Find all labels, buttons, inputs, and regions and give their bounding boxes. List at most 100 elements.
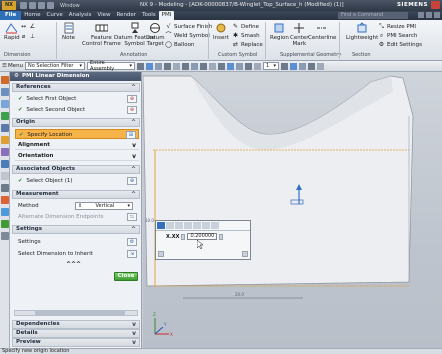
specify-location-row[interactable]: ✔ Specify Location ⊞ [15, 129, 139, 139]
method-dropdown[interactable]: ⇕ Vertical ▾ [75, 202, 133, 210]
origin-tool-icon[interactable]: ⊞ [126, 131, 136, 139]
snap-mid-icon[interactable] [155, 62, 163, 70]
surface-finish-button[interactable]: √ Surface Finish [165, 23, 213, 30]
region-button[interactable]: Region [270, 22, 289, 41]
minimize-icon[interactable] [426, 12, 432, 18]
insert-button[interactable]: Insert [213, 22, 229, 41]
teamcenter-icon[interactable] [1, 220, 9, 228]
main-menu-button[interactable]: ☰ Menu [2, 63, 23, 69]
gear-icon[interactable]: ⚙ [14, 72, 19, 81]
show-hide-icon[interactable] [299, 62, 307, 70]
file-tab[interactable]: File [0, 11, 22, 20]
snap-point-icon[interactable] [137, 62, 145, 70]
work-layer-dropdown[interactable]: 1 ▾ [263, 62, 280, 70]
part-navigator-icon[interactable] [1, 76, 9, 84]
restore-icon[interactable] [434, 12, 440, 18]
preview-panel[interactable]: Preview v [12, 338, 140, 347]
symbol-icon[interactable] [202, 222, 210, 229]
more-options-toggle[interactable]: ^^^ [66, 261, 81, 268]
orientation-subsection[interactable]: Orientation v [15, 152, 139, 161]
edit-settings-button[interactable]: ⚙ Edit Settings [378, 41, 422, 48]
snap-intersection-icon[interactable] [200, 62, 208, 70]
inherit-icon[interactable]: ⇲ [127, 250, 137, 258]
weld-symbol-button[interactable]: ⌒ Weld Symbol [165, 32, 209, 39]
cut-icon[interactable] [47, 2, 54, 9]
select-object-row[interactable]: ✔ Select Object (1) ⊕ [15, 176, 139, 186]
analysis-icon[interactable] [308, 62, 316, 70]
snap-quadrant-icon[interactable] [173, 62, 181, 70]
dialog-horizontal-scrollbar[interactable] [14, 310, 138, 316]
render-style-icon[interactable] [236, 62, 244, 70]
dimension-value-input[interactable]: 0.200000 [187, 233, 218, 240]
dialog-title-bar[interactable]: ⚙ PMI Linear Dimension [10, 72, 141, 81]
zoom-icon[interactable] [254, 62, 262, 70]
alternate-endpoints-icon[interactable]: ⇆ [127, 213, 137, 221]
replace-button[interactable]: ⇄ Replace [232, 41, 263, 48]
note-button[interactable]: Note [62, 22, 75, 41]
section-associated-objects[interactable]: Associated Objects ^ [12, 165, 140, 174]
scroll-thumb[interactable] [35, 311, 125, 315]
center-mark-button[interactable]: Center Mark [290, 22, 309, 47]
group-annotation[interactable]: Annotation [120, 52, 147, 58]
manufacturing-wizards-icon[interactable] [1, 184, 9, 192]
details-panel[interactable]: Details v [12, 329, 140, 338]
precision-icon[interactable] [175, 222, 183, 229]
smash-button[interactable]: ✱ Smash [232, 32, 260, 39]
assembly-navigator-icon[interactable] [1, 88, 9, 96]
linear-dim-icon[interactable]: ↔ [20, 23, 27, 30]
pmi-search-button[interactable]: ⌕ PMI Search [378, 32, 418, 39]
tab-tools[interactable]: Tools [139, 11, 159, 20]
snap-end-icon[interactable] [146, 62, 154, 70]
tab-view[interactable]: View [94, 11, 113, 20]
undo-icon[interactable] [29, 2, 36, 9]
tab-pmi[interactable]: PMI [158, 11, 175, 20]
save-icon[interactable] [20, 2, 27, 9]
close-button[interactable]: Close [114, 272, 138, 281]
radial-dim-icon[interactable]: ⌀ [20, 33, 27, 40]
alternate-endpoints-row[interactable]: Alternate Dimension Endpoints ⇆ [15, 212, 139, 222]
reuse-library-icon[interactable] [1, 112, 9, 120]
text-edit-icon[interactable] [184, 222, 192, 229]
section-measurement[interactable]: Measurement ^ [12, 190, 140, 199]
tab-analysis[interactable]: Analysis [66, 11, 95, 20]
close-window-button[interactable] [431, 1, 440, 9]
define-button[interactable]: ✎ Define [232, 23, 259, 30]
help-icon[interactable] [418, 12, 424, 18]
section-references[interactable]: References ^ [12, 83, 140, 92]
model-view[interactable]: 20.0 10.0 Z X Y [143, 72, 442, 348]
select-dimension-inherit-row[interactable]: Select Dimension to Inherit ⇲ [15, 249, 139, 259]
snap-pole-icon[interactable] [209, 62, 217, 70]
lightweight-button[interactable]: Lightweight [346, 22, 378, 41]
more-options-icon[interactable] [211, 222, 219, 229]
datum-target-button[interactable]: Datum Target [146, 22, 165, 47]
snap-tangent-icon[interactable] [218, 62, 226, 70]
graphics-window[interactable]: 20.0 10.0 Z X Y X.XX 0.200000 [143, 72, 442, 348]
dependencies-panel[interactable]: Dependencies v [12, 320, 140, 329]
snap-on-curve-icon[interactable] [191, 62, 199, 70]
orient-view-icon[interactable] [227, 62, 235, 70]
rapid-button[interactable]: Rapid [4, 22, 20, 41]
more-tools-icon[interactable] [317, 62, 325, 70]
system-materials-icon[interactable] [1, 160, 9, 168]
fit-view-icon[interactable] [245, 62, 253, 70]
centerline-button[interactable]: Centerline [308, 22, 336, 41]
find-command-input[interactable]: Find a Command [338, 12, 408, 19]
pmi-editor-right-handle[interactable] [242, 251, 248, 257]
section-settings[interactable]: Settings ^ [12, 225, 140, 234]
tolerance-type-button[interactable] [181, 233, 186, 240]
section-origin[interactable]: Origin ^ [12, 118, 140, 127]
precision-button[interactable] [219, 233, 224, 240]
alignment-subsection[interactable]: Alignment v [15, 141, 139, 150]
tab-render[interactable]: Render [113, 11, 139, 20]
group-supplemental-geometry[interactable]: Supplemental Geometry [280, 52, 341, 58]
angular-dim-icon[interactable]: ∠ [29, 23, 36, 30]
selection-scope-dropdown[interactable]: Entire Assembly ▾ [87, 60, 136, 72]
group-custom-symbol[interactable]: Custom Symbol [218, 52, 257, 58]
wcs-icon[interactable] [290, 62, 298, 70]
select-second-object-row[interactable]: ✔ Select Second Object ⊕ [15, 105, 139, 115]
select-object-icon[interactable]: ⊕ [127, 106, 137, 114]
hd3d-tools-icon[interactable] [1, 124, 9, 132]
balloon-button[interactable]: ◯ Balloon [165, 41, 194, 48]
roles-icon[interactable] [1, 196, 9, 204]
resize-pmi-button[interactable]: ⤡ Resize PMI [378, 23, 416, 30]
